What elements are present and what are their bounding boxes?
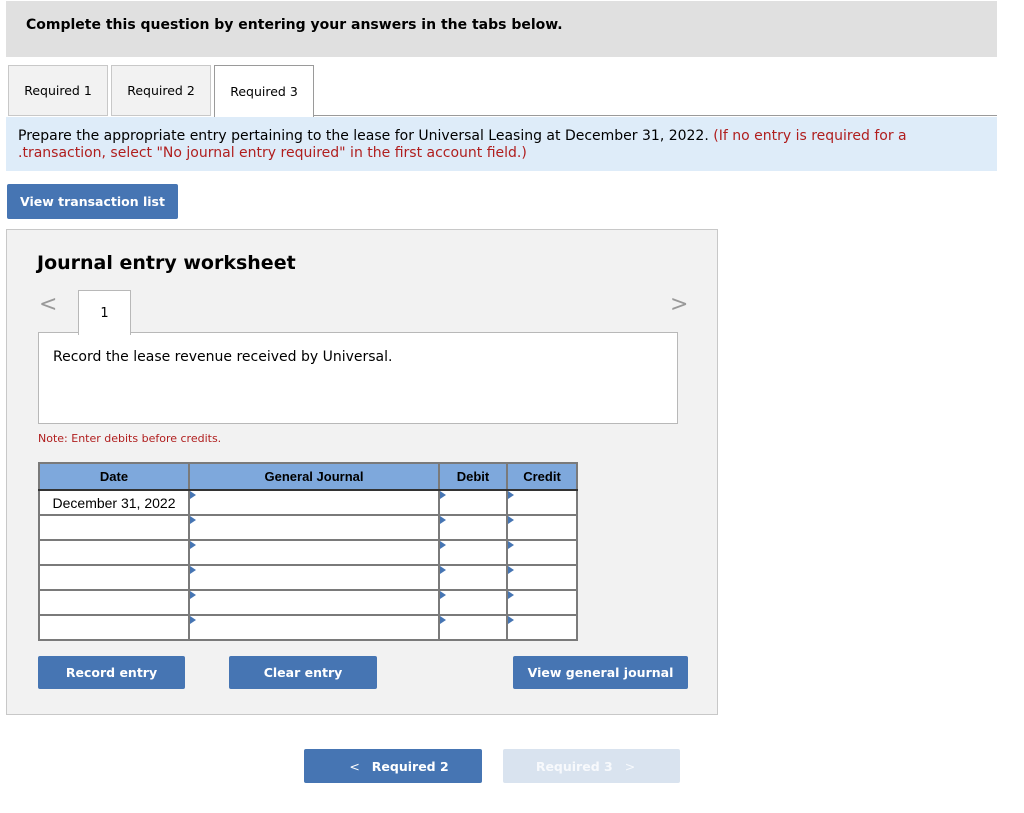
table-row [38,589,578,616]
table-row [38,539,578,566]
instruction-text: Complete this question by entering your … [26,17,563,33]
dropdown-indicator-icon [440,541,446,549]
account-cell[interactable] [188,514,440,541]
table-row [38,564,578,591]
debit-cell[interactable] [438,539,508,566]
entry-description: Record the lease revenue received by Uni… [53,349,393,365]
table-row [38,614,578,641]
date-cell[interactable] [38,539,190,566]
next-button-label: Required 3 [535,758,613,774]
dropdown-indicator-icon [440,591,446,599]
dropdown-indicator-icon [508,516,514,524]
credit-cell[interactable] [506,564,578,591]
account-cell[interactable] [188,539,440,566]
header-date: Date [38,462,190,491]
record-entry-button[interactable]: Record entry [38,656,185,689]
date-cell[interactable] [38,589,190,616]
question-prompt: Prepare the appropriate entry pertaining… [6,117,997,171]
dropdown-indicator-icon [190,591,196,599]
tab-required-1[interactable]: Required 1 [8,65,108,116]
dropdown-indicator-icon [190,616,196,624]
account-cell[interactable] [188,489,440,516]
prev-button-label: Required 2 [371,758,449,774]
view-general-journal-button[interactable]: View general journal [513,656,688,689]
date-cell-value: December 31, 2022 [52,494,176,511]
header-debit: Debit [438,462,508,491]
header-general-journal: General Journal [188,462,440,491]
view-transaction-list-button[interactable]: View transaction list [7,184,178,219]
header-credit: Credit [506,462,578,491]
credit-cell[interactable] [506,489,578,516]
dropdown-indicator-icon [440,516,446,524]
debit-cell[interactable] [438,589,508,616]
dropdown-indicator-icon [190,491,196,499]
journal-table-header: Date General Journal Debit Credit [38,462,578,491]
tab-divider [306,115,997,116]
table-row: December 31, 2022 [38,489,578,516]
credit-cell[interactable] [506,589,578,616]
tab-required-2[interactable]: Required 2 [111,65,211,116]
tab-required-3[interactable]: Required 3 [214,65,314,117]
debit-cell[interactable] [438,564,508,591]
dropdown-indicator-icon [508,491,514,499]
prev-required-2-button[interactable]: < Required 2 [304,749,482,783]
journal-entry-worksheet: Journal entry worksheet < 1 > Record the… [6,229,718,715]
dropdown-indicator-icon [508,591,514,599]
journal-table: Date General Journal Debit Credit Decemb… [38,462,578,641]
dropdown-indicator-icon [190,566,196,574]
chevron-right-icon: > [624,758,636,774]
dropdown-indicator-icon [440,491,446,499]
dropdown-indicator-icon [508,541,514,549]
debit-cell[interactable] [438,489,508,516]
chevron-left-icon: < [349,758,360,774]
date-cell[interactable] [38,514,190,541]
clear-entry-button[interactable]: Clear entry [229,656,377,689]
dropdown-indicator-icon [508,566,514,574]
credit-cell[interactable] [506,514,578,541]
dropdown-indicator-icon [190,516,196,524]
instruction-banner: Complete this question by entering your … [6,1,997,57]
date-cell[interactable]: December 31, 2022 [38,489,190,516]
credit-cell[interactable] [506,539,578,566]
credit-cell[interactable] [506,614,578,641]
dropdown-indicator-icon [440,566,446,574]
date-cell[interactable] [38,614,190,641]
debit-credit-note: Note: Enter debits before credits. [38,432,222,445]
account-cell[interactable] [188,589,440,616]
entry-description-box: Record the lease revenue received by Uni… [38,332,678,424]
worksheet-title: Journal entry worksheet [37,252,296,274]
next-required-3-button: Required 3 > [503,749,680,783]
dropdown-indicator-icon [440,616,446,624]
table-row [38,514,578,541]
debit-cell[interactable] [438,614,508,641]
date-cell[interactable] [38,564,190,591]
prompt-text: Prepare the appropriate entry pertaining… [18,128,709,144]
debit-cell[interactable] [438,514,508,541]
chevron-right-icon[interactable]: > [670,292,688,317]
chevron-left-icon[interactable]: < [39,292,57,317]
account-cell[interactable] [188,564,440,591]
account-cell[interactable] [188,614,440,641]
entry-tab-1[interactable]: 1 [78,290,131,335]
dropdown-indicator-icon [508,616,514,624]
dropdown-indicator-icon [190,541,196,549]
